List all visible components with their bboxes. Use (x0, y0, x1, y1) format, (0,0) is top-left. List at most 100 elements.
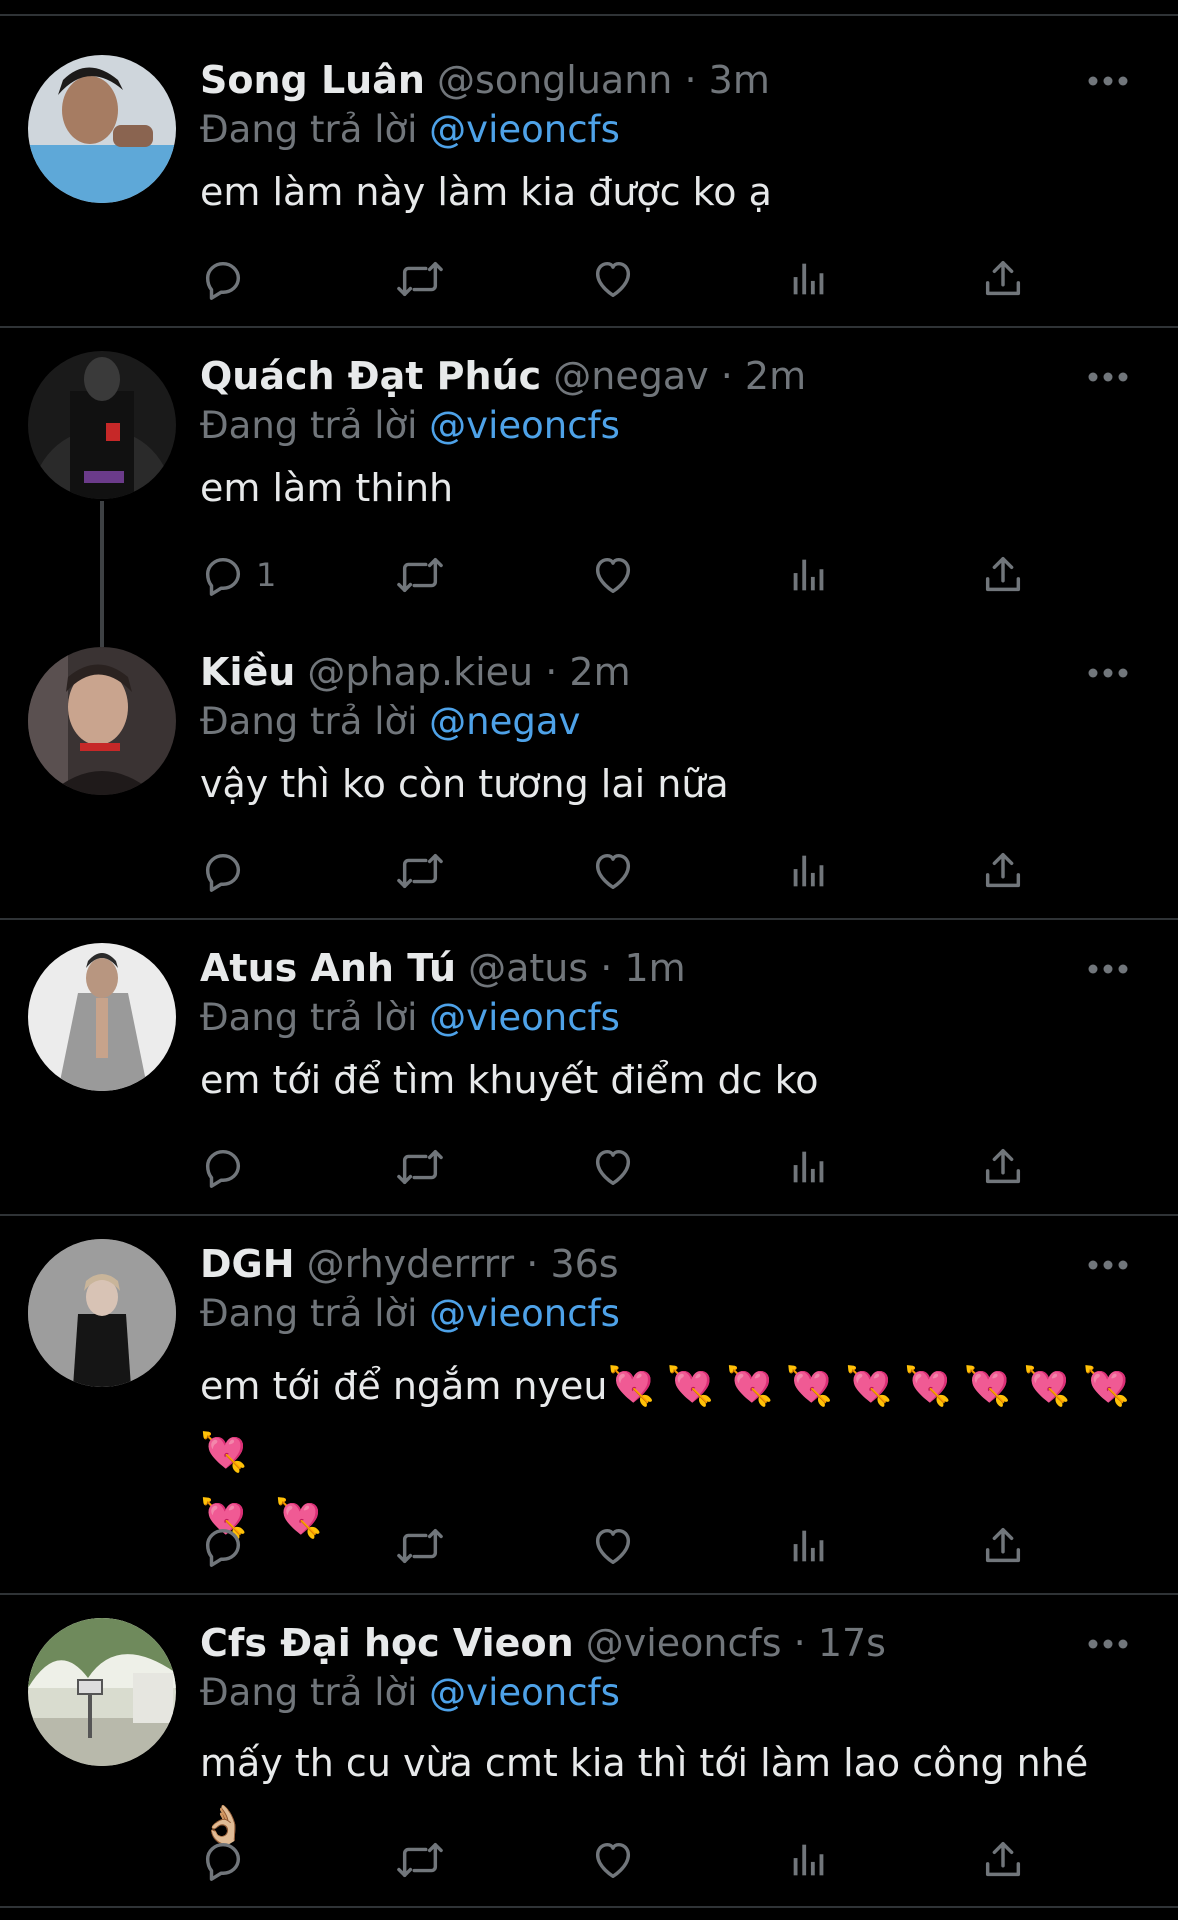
author-handle[interactable]: @rhyderrrr (307, 1242, 515, 1286)
retweet-button[interactable] (395, 846, 445, 896)
views-button[interactable] (786, 1521, 832, 1571)
tweet-text: em tới để ngắm nyeu💘 💘 💘 💘 💘 💘 💘 💘 💘 💘 (200, 1364, 1130, 1474)
separator-dot: · (793, 1621, 806, 1665)
timestamp[interactable]: 3m (709, 58, 770, 102)
timestamp[interactable]: 2m (745, 354, 806, 398)
like-button[interactable] (590, 1521, 636, 1571)
author-handle[interactable]: @songluann (437, 58, 672, 102)
avatar[interactable] (28, 55, 176, 203)
more-icon[interactable] (1086, 959, 1130, 979)
author-handle[interactable]: @phap.kieu (307, 650, 533, 694)
analytics-icon (786, 1523, 832, 1569)
reply-button[interactable] (200, 1521, 256, 1571)
avatar[interactable] (28, 943, 176, 1091)
reply-button[interactable] (200, 1142, 256, 1192)
tweet-actions (200, 1835, 1100, 1885)
retweet-button[interactable] (395, 1835, 445, 1885)
tweet-separator (0, 918, 1178, 920)
reply-button[interactable] (200, 1835, 256, 1885)
tweet-actions (200, 1142, 1100, 1192)
heart-icon (590, 1837, 636, 1883)
tweet-actions (200, 846, 1100, 896)
like-button[interactable] (590, 846, 636, 896)
reply-target-link[interactable]: @vieoncfs (429, 1292, 620, 1335)
retweet-button[interactable] (395, 1142, 445, 1192)
share-button[interactable] (980, 1142, 1026, 1192)
share-icon (980, 552, 1026, 598)
heart-icon (590, 256, 636, 302)
more-icon[interactable] (1086, 367, 1130, 387)
share-button[interactable] (980, 846, 1026, 896)
author-name[interactable]: Quách Đạt Phúc (200, 354, 541, 398)
author-name[interactable]: Cfs Đại học Vieon (200, 1621, 574, 1665)
timestamp[interactable]: 36s (550, 1242, 618, 1286)
analytics-icon (786, 1144, 832, 1190)
views-button[interactable] (786, 1142, 832, 1192)
replying-to-label: Đang trả lời (200, 1671, 418, 1714)
tweet-text: em tới để tìm khuyết điểm dc ko (200, 1058, 819, 1102)
share-button[interactable] (980, 254, 1026, 304)
reply-button[interactable] (200, 254, 256, 304)
more-icon[interactable] (1086, 1634, 1130, 1654)
tweet-separator (0, 1214, 1178, 1216)
more-icon[interactable] (1086, 663, 1130, 683)
author-handle[interactable]: @negav (553, 354, 708, 398)
reply-target-link[interactable]: @vieoncfs (429, 404, 620, 447)
tweet-text: em làm thinh (200, 466, 454, 510)
tweet-actions: 1 (200, 550, 1100, 600)
reply-target-link[interactable]: @negav (429, 700, 580, 743)
avatar[interactable] (28, 647, 176, 795)
share-button[interactable] (980, 550, 1026, 600)
reply-icon (200, 552, 246, 598)
tweet-text: vậy thì ko còn tương lai nữa (200, 762, 729, 806)
reply-target-link[interactable]: @vieoncfs (429, 996, 620, 1039)
retweet-button[interactable] (395, 1521, 445, 1571)
avatar[interactable] (28, 351, 176, 499)
like-button[interactable] (590, 1835, 636, 1885)
more-icon[interactable] (1086, 1255, 1130, 1275)
views-button[interactable] (786, 846, 832, 896)
heart-icon (590, 848, 636, 894)
author-name[interactable]: Kiều (200, 650, 295, 694)
replying-to-label: Đang trả lời (200, 108, 418, 151)
more-icon[interactable] (1086, 71, 1130, 91)
like-button[interactable] (590, 550, 636, 600)
views-button[interactable] (786, 1835, 832, 1885)
retweet-icon (395, 1523, 445, 1569)
share-icon (980, 848, 1026, 894)
analytics-icon (786, 552, 832, 598)
author-name[interactable]: Song Luân (200, 58, 425, 102)
views-button[interactable] (786, 254, 832, 304)
retweet-icon (395, 256, 445, 302)
author-handle[interactable]: @vieoncfs (586, 1621, 782, 1665)
replying-to-label: Đang trả lời (200, 700, 418, 743)
timestamp[interactable]: 1m (624, 946, 685, 990)
timestamp[interactable]: 2m (569, 650, 630, 694)
retweet-icon (395, 1144, 445, 1190)
reply-target-link[interactable]: @vieoncfs (429, 1671, 620, 1714)
thread-line (100, 501, 104, 647)
analytics-icon (786, 848, 832, 894)
retweet-button[interactable] (395, 550, 445, 600)
avatar[interactable] (28, 1239, 176, 1387)
reply-icon (200, 1837, 246, 1883)
tweet-separator (0, 326, 1178, 328)
retweet-button[interactable] (395, 254, 445, 304)
like-button[interactable] (590, 1142, 636, 1192)
like-button[interactable] (590, 254, 636, 304)
author-name[interactable]: Atus Anh Tú (200, 946, 456, 990)
reply-button[interactable] (200, 846, 256, 896)
views-button[interactable] (786, 550, 832, 600)
timestamp[interactable]: 17s (818, 1621, 886, 1665)
separator-dot: · (526, 1242, 539, 1286)
avatar[interactable] (28, 1618, 176, 1766)
tweet-actions (200, 1521, 1100, 1571)
share-button[interactable] (980, 1521, 1026, 1571)
share-icon (980, 1523, 1026, 1569)
reply-button[interactable]: 1 (200, 550, 276, 600)
author-handle[interactable]: @atus (468, 946, 588, 990)
author-name[interactable]: DGH (200, 1242, 295, 1286)
reply-target-link[interactable]: @vieoncfs (429, 108, 620, 151)
share-button[interactable] (980, 1835, 1026, 1885)
tweet-actions (200, 254, 1100, 304)
